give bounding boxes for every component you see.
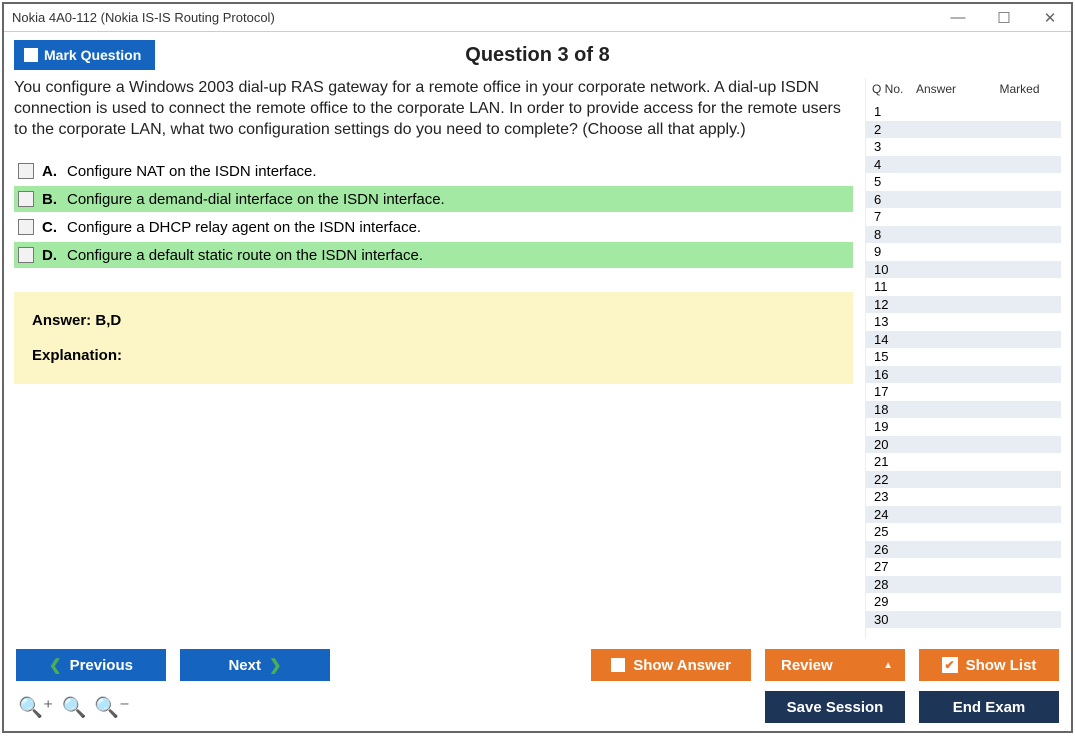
- answer-box: Answer: B,D Explanation:: [14, 292, 853, 384]
- next-label: Next: [228, 657, 261, 674]
- question-list-row[interactable]: 6: [866, 191, 1061, 209]
- option-checkbox[interactable]: [18, 247, 34, 263]
- question-list-row[interactable]: 5: [866, 173, 1061, 191]
- answer-value: B,D: [95, 312, 121, 329]
- button-row-1: ❮ Previous Next ❯ Show Answer Review ▲ ✔…: [16, 649, 1059, 681]
- option-text: Configure NAT on the ISDN interface.: [67, 163, 317, 180]
- save-session-label: Save Session: [787, 699, 884, 716]
- question-list-header: Q No. Answer Marked: [866, 78, 1061, 103]
- question-list-row[interactable]: 7: [866, 208, 1061, 226]
- square-icon: [611, 658, 625, 672]
- minimize-icon[interactable]: —: [943, 9, 973, 26]
- question-text: You configure a Windows 2003 dial-up RAS…: [14, 78, 853, 140]
- question-list-row[interactable]: 8: [866, 226, 1061, 244]
- question-list-row[interactable]: 1: [866, 103, 1061, 121]
- question-list-row[interactable]: 21: [866, 453, 1061, 471]
- col-header-answer: Answer: [916, 82, 982, 96]
- checkbox-icon: [24, 48, 38, 62]
- question-list-row[interactable]: 12: [866, 296, 1061, 314]
- option-checkbox[interactable]: [18, 163, 34, 179]
- show-answer-label: Show Answer: [633, 657, 731, 674]
- option-letter: D.: [42, 247, 57, 264]
- question-list-row[interactable]: 9: [866, 243, 1061, 261]
- end-exam-button[interactable]: End Exam: [919, 691, 1059, 723]
- option-letter: A.: [42, 163, 57, 180]
- zoom-controls: 🔍⁺ 🔍 🔍⁻: [16, 695, 130, 720]
- zoom-in-icon[interactable]: 🔍⁺: [18, 695, 53, 720]
- close-icon[interactable]: ✕: [1035, 9, 1065, 27]
- window-controls: — ☐ ✕: [943, 9, 1065, 27]
- mark-question-button[interactable]: Mark Question: [14, 40, 155, 70]
- question-list[interactable]: 1234567891011121314151617181920212223242…: [866, 103, 1061, 639]
- col-header-qno: Q No.: [872, 82, 916, 96]
- dropdown-icon: ▲: [883, 660, 893, 671]
- previous-label: Previous: [70, 657, 133, 674]
- button-row-2: 🔍⁺ 🔍 🔍⁻ Save Session End Exam: [16, 691, 1059, 723]
- header-row: Mark Question Question 3 of 8: [4, 32, 1071, 78]
- question-list-row[interactable]: 17: [866, 383, 1061, 401]
- question-list-row[interactable]: 26: [866, 541, 1061, 559]
- question-list-row[interactable]: 29: [866, 593, 1061, 611]
- question-list-row[interactable]: 22: [866, 471, 1061, 489]
- question-list-row[interactable]: 3: [866, 138, 1061, 156]
- titlebar: Nokia 4A0-112 (Nokia IS-IS Routing Proto…: [4, 4, 1071, 32]
- option-checkbox[interactable]: [18, 219, 34, 235]
- question-list-row[interactable]: 13: [866, 313, 1061, 331]
- option-letter: B.: [42, 191, 57, 208]
- question-list-row[interactable]: 16: [866, 366, 1061, 384]
- show-list-button[interactable]: ✔ Show List: [919, 649, 1059, 681]
- answer-label: Answer:: [32, 312, 95, 329]
- window-title: Nokia 4A0-112 (Nokia IS-IS Routing Proto…: [12, 10, 275, 25]
- question-list-row[interactable]: 19: [866, 418, 1061, 436]
- option-text: Configure a demand-dial interface on the…: [67, 191, 445, 208]
- show-list-label: Show List: [966, 657, 1037, 674]
- chevron-right-icon: ❯: [269, 656, 282, 674]
- question-list-row[interactable]: 30: [866, 611, 1061, 629]
- show-answer-button[interactable]: Show Answer: [591, 649, 751, 681]
- option-row[interactable]: B. Configure a demand-dial interface on t…: [14, 186, 853, 212]
- question-list-row[interactable]: 24: [866, 506, 1061, 524]
- question-list-row[interactable]: 18: [866, 401, 1061, 419]
- chevron-left-icon: ❮: [49, 656, 62, 674]
- option-text: Configure a default static route on the …: [67, 247, 423, 264]
- question-list-row[interactable]: 10: [866, 261, 1061, 279]
- option-row[interactable]: A. Configure NAT on the ISDN interface.: [14, 158, 853, 184]
- next-button[interactable]: Next ❯: [180, 649, 330, 681]
- review-label: Review: [781, 657, 833, 674]
- zoom-icon[interactable]: 🔍: [61, 695, 86, 720]
- col-header-marked: Marked: [982, 82, 1057, 96]
- question-counter: Question 3 of 8: [465, 44, 609, 67]
- app-window: Nokia 4A0-112 (Nokia IS-IS Routing Proto…: [2, 2, 1073, 733]
- question-list-row[interactable]: 15: [866, 348, 1061, 366]
- question-panel: You configure a Windows 2003 dial-up RAS…: [14, 78, 865, 639]
- previous-button[interactable]: ❮ Previous: [16, 649, 166, 681]
- question-list-row[interactable]: 11: [866, 278, 1061, 296]
- question-list-row[interactable]: 20: [866, 436, 1061, 454]
- question-list-row[interactable]: 25: [866, 523, 1061, 541]
- options-list: A. Configure NAT on the ISDN interface. B.…: [14, 158, 853, 268]
- option-text: Configure a DHCP relay agent on the ISDN…: [67, 219, 421, 236]
- main-area: You configure a Windows 2003 dial-up RAS…: [4, 78, 1071, 639]
- check-icon: ✔: [942, 657, 958, 673]
- question-list-row[interactable]: 2: [866, 121, 1061, 139]
- explanation-label: Explanation:: [32, 347, 835, 364]
- question-list-row[interactable]: 23: [866, 488, 1061, 506]
- question-list-row[interactable]: 14: [866, 331, 1061, 349]
- zoom-out-icon[interactable]: 🔍⁻: [94, 695, 129, 720]
- question-list-row[interactable]: 27: [866, 558, 1061, 576]
- mark-question-label: Mark Question: [44, 47, 141, 63]
- end-exam-label: End Exam: [953, 699, 1026, 716]
- question-list-panel: Q No. Answer Marked 12345678910111213141…: [865, 78, 1061, 639]
- option-row[interactable]: C. Configure a DHCP relay agent on the IS…: [14, 214, 853, 240]
- option-row[interactable]: D. Configure a default static route on th…: [14, 242, 853, 268]
- footer: ❮ Previous Next ❯ Show Answer Review ▲ ✔…: [4, 639, 1071, 731]
- review-button[interactable]: Review ▲: [765, 649, 905, 681]
- maximize-icon[interactable]: ☐: [989, 9, 1019, 27]
- save-session-button[interactable]: Save Session: [765, 691, 905, 723]
- question-list-row[interactable]: 28: [866, 576, 1061, 594]
- option-letter: C.: [42, 219, 57, 236]
- question-list-row[interactable]: 4: [866, 156, 1061, 174]
- option-checkbox[interactable]: [18, 191, 34, 207]
